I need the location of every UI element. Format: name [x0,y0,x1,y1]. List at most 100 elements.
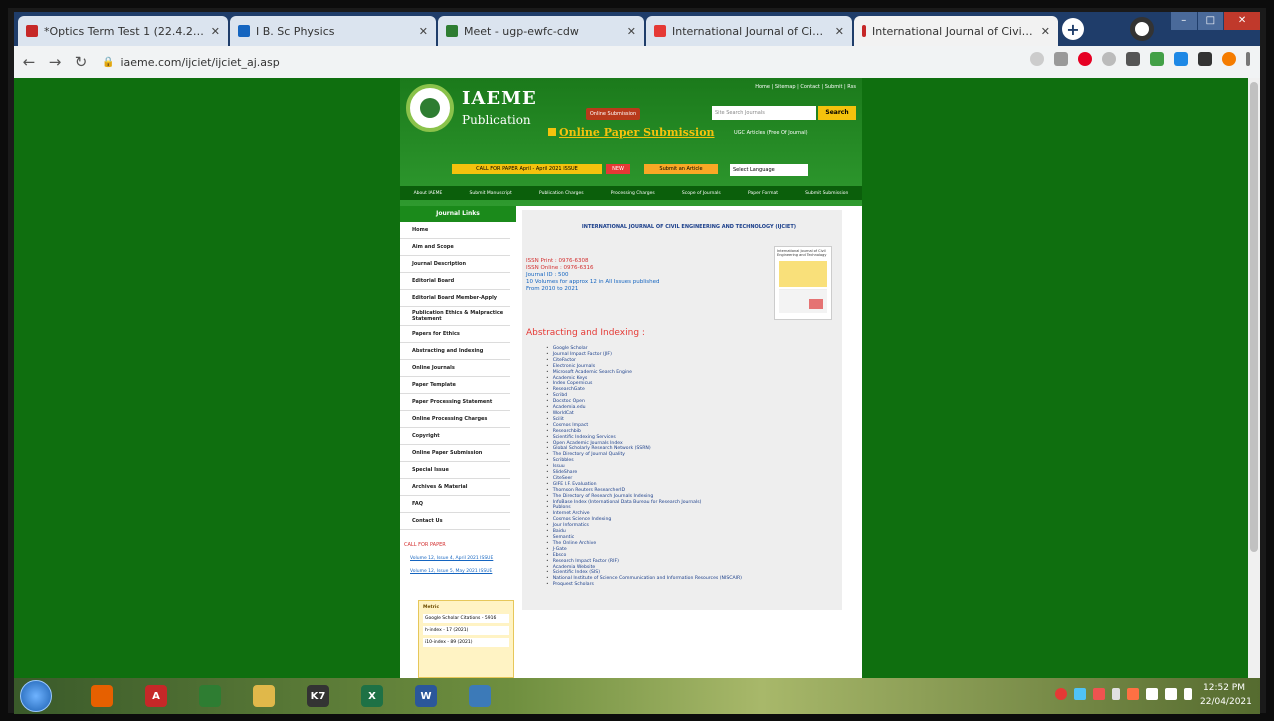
browser-tab-1[interactable]: *Optics Term Test 1 (22.4.2021) ✕ [18,16,228,46]
pinterest-icon[interactable] [1078,52,1092,66]
explorer-icon [253,685,275,707]
language-select[interactable]: Select Language [730,164,808,176]
sidebar-item[interactable]: Home [400,222,510,239]
menu-icon[interactable] [1246,52,1250,66]
scrollbar-thumb[interactable] [1250,82,1258,552]
taskbar-media-button[interactable] [458,681,502,711]
nav-item[interactable]: Paper Format [748,191,778,196]
call-for-paper-title: CALL FOR PAPER [404,542,446,548]
nav-item[interactable]: Publication Charges [539,191,584,196]
sidebar-item[interactable]: Special Issue [400,462,510,479]
minimize-button[interactable]: – [1171,12,1197,30]
tab-close-icon[interactable]: ✕ [835,25,844,38]
sidebar-item[interactable]: Online Paper Submission [400,445,510,462]
nav-item[interactable]: Processing Charges [611,191,655,196]
taskbar-firefox-button[interactable] [80,681,124,711]
account-icon[interactable] [1222,52,1236,66]
start-button[interactable] [20,680,52,712]
back-icon[interactable]: ← [18,53,40,71]
journal-details: ISSN Print : 0976-6308 ISSN Online : 097… [526,258,659,293]
close-window-button[interactable]: ✕ [1224,12,1261,30]
extension-icon[interactable] [1126,52,1140,66]
sidebar-item[interactable]: Publication Ethics & Malpractice Stateme… [400,307,510,326]
call-for-paper-link[interactable]: Volume 12, Issue 4, April 2021 ISSUE [400,556,510,561]
star-icon[interactable] [1054,52,1068,66]
address-bar[interactable]: 🔒 iaeme.com/ijciet/ijciet_aj.asp [102,51,1002,73]
taskbar-chrome-button[interactable] [188,681,232,711]
browser-tab-2[interactable]: I B. Sc Physics ✕ [230,16,436,46]
tab-close-icon[interactable]: ✕ [1041,25,1050,38]
tray-app-icon[interactable] [1127,688,1139,700]
sidebar-item[interactable]: FAQ [400,496,510,513]
system-tray [1055,688,1192,700]
call-for-paper-banner[interactable]: CALL FOR PAPER April - April 2021 ISSUE [452,164,602,174]
sidebar-item[interactable]: Contact Us [400,513,510,530]
search-icon[interactable] [1030,52,1044,66]
nav-item[interactable]: Submit Manuscript [470,191,512,196]
tray-app-icon[interactable] [1055,688,1067,700]
tab-label: International Journal of Civil E [872,24,1035,38]
network-icon[interactable] [1146,688,1158,700]
k7-icon: K7 [307,685,329,707]
new-tab-button[interactable]: + [1062,18,1084,40]
taskbar-explorer-button[interactable] [242,681,286,711]
taskbar-clock[interactable]: 12:52 PM 22/04/2021 [1200,681,1252,709]
tray-app-icon[interactable] [1074,688,1086,700]
sidebar-item[interactable]: Editorial Board [400,273,510,290]
iaeme-logo-icon[interactable] [406,84,454,132]
sidebar-item[interactable]: Online Journals [400,360,510,377]
taskbar-k7-button[interactable]: K7 [296,681,340,711]
detail-line: 10 Volumes for approx 12 in All Issues p… [526,279,660,285]
taskbar-acrobat-button[interactable]: A [134,681,178,711]
taskbar-word-button[interactable]: W [404,681,448,711]
nav-item[interactable]: Scope of Journals [682,191,721,196]
browser-tab-4[interactable]: International Journal of Civil E ✕ [646,16,852,46]
sidebar-item[interactable]: Papers for Ethics [400,326,510,343]
indexing-list-item[interactable]: Proquest Scholars [546,582,742,588]
sidebar-item[interactable]: Copyright [400,428,510,445]
submit-article-button[interactable]: Submit an Article [644,164,718,174]
sidebar-item[interactable]: Journal Description [400,256,510,273]
sidebar-item[interactable]: Abstracting and Indexing [400,343,510,360]
flag-icon[interactable] [1165,688,1177,700]
pen-icon[interactable] [1112,688,1120,700]
online-paper-submission-link[interactable]: Online Paper Submission [548,126,715,139]
top-links[interactable]: Home | Sitemap | Contact | Submit | Rss [755,84,856,90]
maximize-button[interactable]: □ [1197,12,1224,30]
call-for-paper-link[interactable]: Volume 12, Issue 5, May 2021 ISSUE [400,569,510,574]
browser-tab-5-active[interactable]: International Journal of Civil E ✕ [854,16,1058,46]
sidebar-item[interactable]: Aim and Scope [400,239,510,256]
nav-item[interactable]: About IAEME [414,191,443,196]
tray-app-icon[interactable] [1093,688,1105,700]
taskbar-excel-button[interactable]: X [350,681,394,711]
puzzle-icon[interactable] [1198,52,1212,66]
extension-icon[interactable] [1102,52,1116,66]
forward-icon[interactable]: → [44,53,66,71]
page-scrollbar[interactable] [1248,78,1260,678]
sidebar-item[interactable]: Editorial Board Member-Apply [400,290,510,307]
indexing-list: Google ScholarJournal Impact Factor (JIF… [546,346,742,588]
browser-tab-3[interactable]: Meet - ugp-ewfc-cdw ✕ [438,16,644,46]
sidebar-item[interactable]: Archives & Material [400,479,510,496]
sidebar-item[interactable]: Paper Processing Statement [400,394,510,411]
site-search-input[interactable]: Site Search Journals [712,106,816,120]
profile-avatar[interactable] [1130,17,1154,41]
sidebar-item[interactable]: Online Processing Charges [400,411,510,428]
cover-title: International Journal of Civil Engineeri… [777,249,827,257]
checkmark-icon[interactable] [1150,52,1164,66]
new-badge: NEW [606,164,630,174]
clock-time: 12:52 PM [1203,683,1245,693]
site-search-button[interactable]: Search [818,106,856,120]
chrome-icon [199,685,221,707]
volume-icon[interactable] [1184,688,1192,700]
author-submission-button[interactable]: Online Submission [586,108,640,120]
reload-icon[interactable]: ↻ [70,53,92,71]
extension-icon[interactable] [1174,52,1188,66]
tab-close-icon[interactable]: ✕ [627,25,636,38]
tab-close-icon[interactable]: ✕ [419,25,428,38]
tab-close-icon[interactable]: ✕ [211,25,220,38]
nav-item[interactable]: Submit Submission [805,191,848,196]
journal-cover-image[interactable]: International Journal of Civil Engineeri… [774,246,832,320]
sidebar-item[interactable]: Paper Template [400,377,510,394]
site-nav-bar: About IAEME Submit Manuscript Publicatio… [400,186,862,200]
